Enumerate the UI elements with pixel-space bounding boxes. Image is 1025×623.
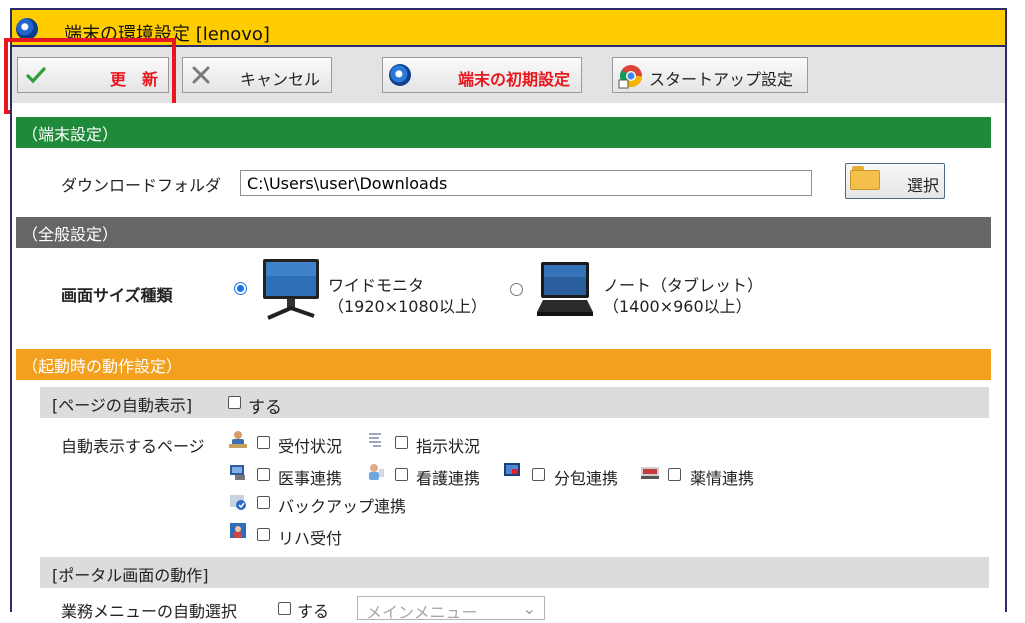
nursing-icon bbox=[369, 464, 384, 480]
general-settings-header: （全般設定） bbox=[16, 217, 991, 248]
reception-icon bbox=[229, 431, 247, 448]
notebook-radio[interactable] bbox=[510, 283, 523, 296]
terminal-settings-header: （端末設定） bbox=[16, 117, 991, 148]
portal-menu-checkbox[interactable] bbox=[278, 602, 291, 615]
auto-page-label: 自動表示するページ bbox=[61, 437, 205, 456]
monitor-icon bbox=[263, 259, 319, 320]
startup-settings-label: スタートアップ設定 bbox=[649, 70, 794, 89]
download-folder-input[interactable] bbox=[240, 170, 812, 196]
backup-checkbox[interactable] bbox=[257, 496, 270, 509]
portal-do-label: する bbox=[297, 602, 330, 621]
rehab-checkbox[interactable] bbox=[257, 528, 270, 541]
auto-page-section-header: [ページの自動表示] bbox=[40, 387, 989, 418]
packaging-icon bbox=[504, 463, 520, 476]
backup-label: バックアップ連携 bbox=[278, 497, 407, 516]
laptop-icon bbox=[537, 262, 593, 316]
instruction-checkbox[interactable] bbox=[395, 436, 408, 449]
portal-menu-select-value: メインメニュー bbox=[366, 603, 478, 622]
startup-settings-header: （起動時の動作設定） bbox=[16, 349, 991, 380]
drug-info-icon bbox=[641, 467, 659, 479]
packaging-label: 分包連携 bbox=[554, 469, 619, 488]
auto-page-checkbox[interactable] bbox=[228, 396, 241, 409]
rehab-label: リハ受付 bbox=[278, 529, 343, 548]
auto-page-section-label: [ページの自動表示] bbox=[52, 396, 193, 415]
nursing-checkbox[interactable] bbox=[395, 468, 408, 481]
nursing-label: 看護連携 bbox=[416, 469, 481, 488]
portal-section-label: [ポータル画面の動作] bbox=[52, 566, 209, 585]
app-icon bbox=[16, 18, 38, 40]
wide-monitor-radio[interactable] bbox=[234, 282, 247, 295]
backup-icon bbox=[230, 495, 246, 510]
portal-menu-select[interactable]: メインメニュー ⌄ bbox=[357, 596, 545, 622]
reception-label: 受付状況 bbox=[278, 437, 343, 456]
auto-page-do-label: する bbox=[248, 398, 282, 418]
packaging-checkbox[interactable] bbox=[532, 468, 545, 481]
folder-icon bbox=[850, 170, 880, 190]
instruction-label: 指示状況 bbox=[416, 437, 481, 456]
notebook-resolution: （1400×960以上） bbox=[603, 297, 752, 316]
initial-settings-label: 端末の初期設定 bbox=[458, 70, 571, 89]
rehab-icon bbox=[230, 523, 246, 538]
cancel-label: キャンセル bbox=[240, 70, 321, 89]
browser-icon bbox=[618, 65, 642, 89]
medical-icon bbox=[230, 465, 245, 480]
drug-info-label: 薬情連携 bbox=[690, 469, 755, 488]
drug-info-checkbox[interactable] bbox=[668, 468, 681, 481]
portal-section-header: [ポータル画面の動作] bbox=[40, 557, 989, 588]
wide-monitor-resolution: （1920×1080以上） bbox=[328, 297, 487, 316]
medical-checkbox[interactable] bbox=[257, 468, 270, 481]
initial-settings-button[interactable]: 端末の初期設定 bbox=[382, 57, 582, 93]
download-folder-label: ダウンロードフォルダ bbox=[61, 176, 222, 195]
reception-checkbox[interactable] bbox=[257, 436, 270, 449]
gear-icon bbox=[389, 64, 411, 86]
portal-menu-label: 業務メニューの自動選択 bbox=[61, 602, 238, 621]
chevron-down-icon: ⌄ bbox=[522, 599, 536, 618]
startup-settings-button[interactable]: スタートアップ設定 bbox=[612, 57, 808, 93]
select-folder-label: 選択 bbox=[907, 176, 940, 195]
instruction-icon bbox=[369, 433, 381, 447]
screen-size-label: 画面サイズ種類 bbox=[61, 286, 173, 305]
close-icon bbox=[192, 66, 210, 84]
medical-label: 医事連携 bbox=[278, 469, 343, 488]
cancel-button[interactable]: キャンセル bbox=[182, 57, 332, 93]
